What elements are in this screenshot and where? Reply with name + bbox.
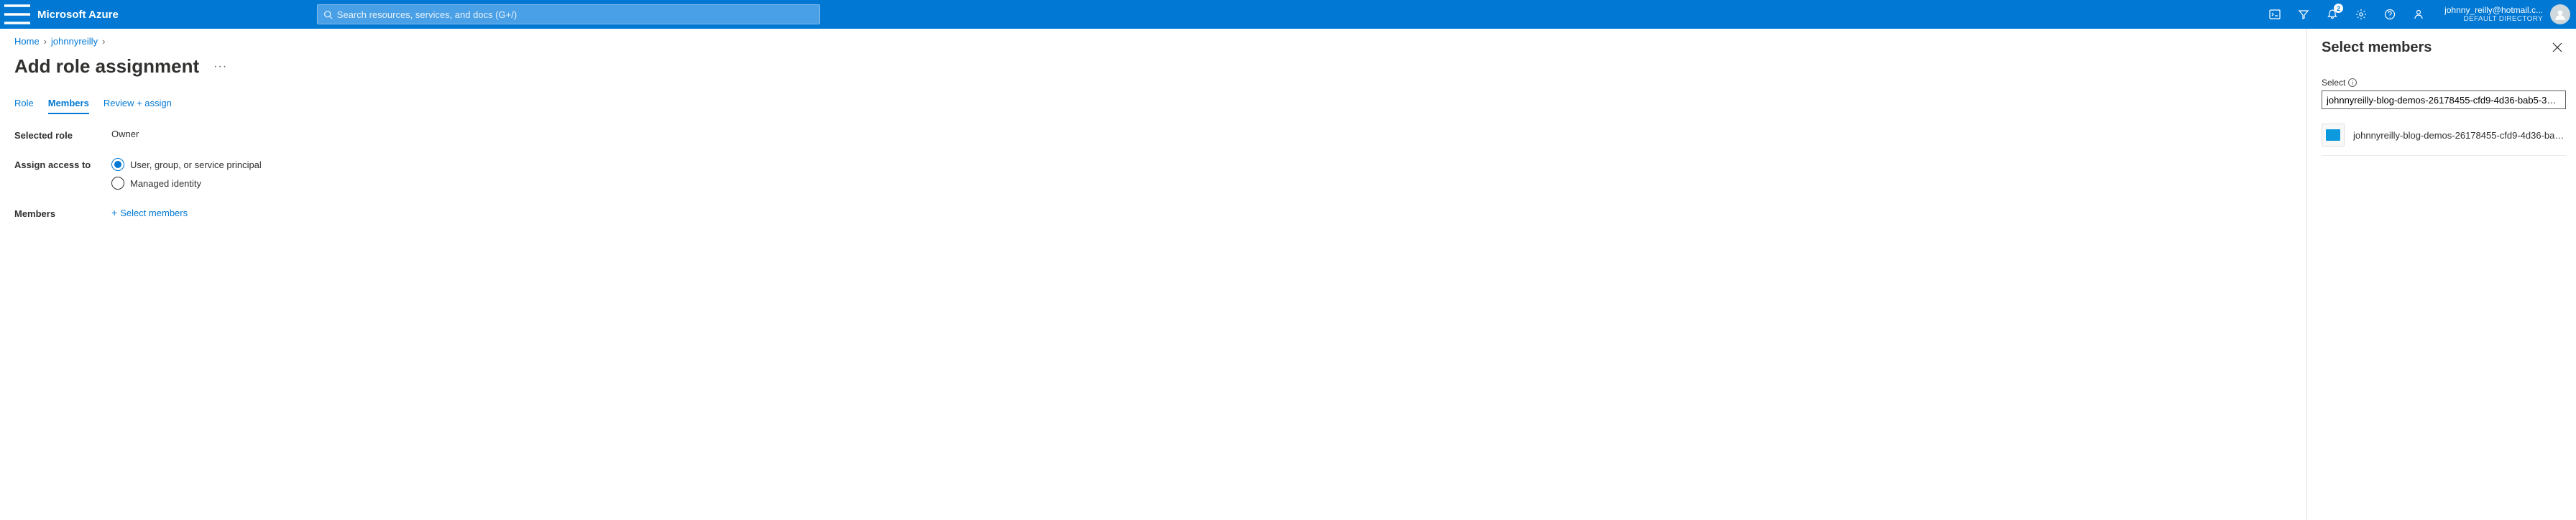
selected-role-value: Owner bbox=[111, 129, 139, 139]
select-members-link[interactable]: + Select members bbox=[111, 207, 188, 218]
global-search-box[interactable] bbox=[317, 4, 820, 24]
more-actions-button[interactable]: ··· bbox=[213, 60, 227, 73]
chevron-right-icon: › bbox=[44, 36, 47, 47]
panel-title: Select members bbox=[2322, 40, 2432, 56]
selected-role-label: Selected role bbox=[14, 129, 111, 141]
feedback-button[interactable] bbox=[2404, 0, 2433, 29]
feedback-icon bbox=[2413, 9, 2424, 20]
avatar bbox=[2550, 4, 2570, 24]
gear-icon bbox=[2355, 9, 2367, 20]
service-principal-icon bbox=[2322, 124, 2345, 147]
filter-icon bbox=[2298, 9, 2309, 20]
radio-managed-identity[interactable]: Managed identity bbox=[111, 177, 262, 190]
breadcrumb-item[interactable]: Home bbox=[14, 36, 40, 47]
main-content: Home › johnnyreilly › Add role assignmen… bbox=[0, 29, 2306, 520]
assign-access-label: Assign access to bbox=[14, 158, 111, 170]
account-directory: DEFAULT DIRECTORY bbox=[2464, 15, 2544, 24]
top-header: Microsoft Azure 2 johnny_reilly@hotmail.… bbox=[0, 0, 2576, 29]
tab-role[interactable]: Role bbox=[14, 95, 34, 114]
brand-label[interactable]: Microsoft Azure bbox=[34, 9, 130, 21]
help-icon bbox=[2384, 9, 2396, 20]
select-members-input[interactable] bbox=[2322, 90, 2566, 109]
radio-label: Managed identity bbox=[130, 178, 201, 189]
help-button[interactable] bbox=[2375, 0, 2404, 29]
result-list: johnnyreilly-blog-demos-26178455-cfd9-4d… bbox=[2322, 121, 2566, 156]
result-item[interactable]: johnnyreilly-blog-demos-26178455-cfd9-4d… bbox=[2322, 121, 2566, 149]
close-icon bbox=[2552, 42, 2562, 52]
directories-button[interactable] bbox=[2289, 0, 2318, 29]
search-icon bbox=[323, 10, 333, 19]
account-email: johnny_reilly@hotmail.c... bbox=[2444, 5, 2543, 15]
page-title: Add role assignment bbox=[14, 55, 199, 78]
radio-button-icon bbox=[111, 177, 124, 190]
account-menu[interactable]: johnny_reilly@hotmail.c... DEFAULT DIREC… bbox=[2433, 4, 2576, 24]
select-field-label: Select i bbox=[2322, 78, 2566, 88]
header-icons: 2 johnny_reilly@hotmail.c... DEFAULT DIR… bbox=[2260, 0, 2576, 29]
breadcrumb: Home › johnnyreilly › bbox=[14, 36, 2292, 47]
info-icon[interactable]: i bbox=[2348, 78, 2357, 87]
hamburger-menu-button[interactable] bbox=[0, 0, 34, 29]
plus-icon: + bbox=[111, 207, 117, 218]
result-name: johnnyreilly-blog-demos-26178455-cfd9-4d… bbox=[2353, 130, 2566, 141]
tab-strip: Role Members Review + assign bbox=[14, 95, 2292, 114]
breadcrumb-item[interactable]: johnnyreilly bbox=[51, 36, 98, 47]
select-members-panel: Select members Select i johnnyreilly-blo… bbox=[2306, 29, 2576, 520]
tab-review-assign[interactable]: Review + assign bbox=[104, 95, 172, 114]
hamburger-icon bbox=[0, 0, 34, 32]
cloud-shell-icon bbox=[2269, 9, 2281, 20]
global-search-input[interactable] bbox=[333, 9, 814, 20]
notification-badge: 2 bbox=[2334, 4, 2343, 13]
members-label: Members bbox=[14, 207, 111, 219]
settings-button[interactable] bbox=[2347, 0, 2375, 29]
close-panel-button[interactable] bbox=[2549, 39, 2566, 56]
radio-button-icon bbox=[111, 158, 124, 171]
radio-user-group[interactable]: User, group, or service principal bbox=[111, 158, 262, 171]
tab-members[interactable]: Members bbox=[48, 95, 89, 114]
notifications-button[interactable]: 2 bbox=[2318, 0, 2347, 29]
chevron-right-icon: › bbox=[102, 36, 105, 47]
radio-label: User, group, or service principal bbox=[130, 159, 262, 170]
cloud-shell-button[interactable] bbox=[2260, 0, 2289, 29]
